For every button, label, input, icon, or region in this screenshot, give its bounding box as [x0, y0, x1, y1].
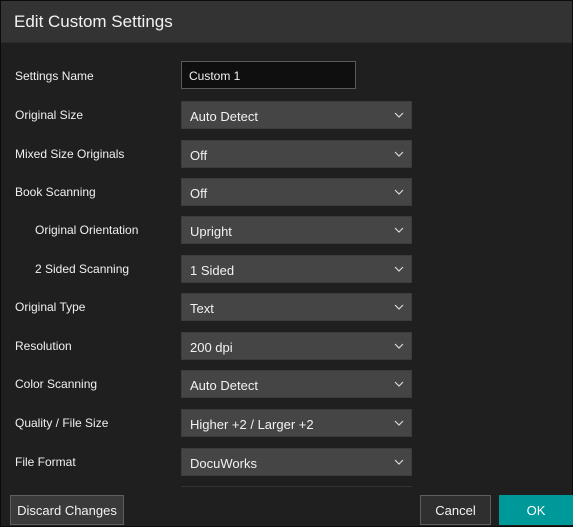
original-type-label: Original Type	[15, 300, 86, 314]
original-orientation-label: Original Orientation	[35, 223, 139, 237]
quality-file-size-value: Higher +2 / Larger +2	[190, 417, 314, 432]
chevron-down-icon	[394, 420, 404, 426]
book-scanning-select[interactable]: Off	[181, 178, 412, 206]
resolution-label: Resolution	[15, 339, 72, 353]
resolution-select[interactable]: 200 dpi	[181, 332, 412, 360]
resolution-value: 200 dpi	[190, 340, 233, 355]
cancel-label: Cancel	[435, 503, 476, 518]
discard-changes-button[interactable]: Discard Changes	[10, 495, 124, 525]
book-scanning-value: Off	[190, 186, 208, 201]
dialog-title: Edit Custom Settings	[14, 12, 173, 31]
mixed-size-label: Mixed Size Originals	[15, 147, 125, 161]
settings-name-label: Settings Name	[15, 69, 94, 83]
color-scanning-row: Color Scanning Auto Detect	[1, 370, 431, 398]
chevron-down-icon	[394, 459, 404, 465]
ok-label: OK	[526, 503, 546, 518]
file-format-value: DocuWorks	[190, 456, 257, 471]
two-sided-scanning-select[interactable]: 1 Sided	[181, 255, 412, 283]
color-scanning-select[interactable]: Auto Detect	[181, 370, 412, 398]
original-size-label: Original Size	[15, 108, 84, 122]
file-format-label: File Format	[15, 455, 76, 469]
file-format-row: File Format DocuWorks	[1, 448, 431, 476]
original-type-value: Text	[190, 301, 214, 316]
two-sided-scanning-label: 2 Sided Scanning	[35, 262, 130, 276]
cancel-button[interactable]: Cancel	[420, 495, 491, 525]
quality-file-size-select[interactable]: Higher +2 / Larger +2	[181, 409, 412, 437]
chevron-down-icon	[394, 189, 404, 195]
list-scroll-divider	[181, 486, 412, 487]
original-orientation-value: Upright	[190, 224, 232, 239]
file-format-select[interactable]: DocuWorks	[181, 448, 412, 476]
dialog-titlebar: Edit Custom Settings	[1, 1, 572, 43]
mixed-size-row: Mixed Size Originals Off	[1, 140, 431, 168]
original-size-row: Original Size Auto Detect	[1, 101, 431, 129]
original-size-select[interactable]: Auto Detect	[181, 101, 412, 129]
two-sided-scanning-value: 1 Sided	[190, 263, 235, 278]
settings-name-row: Settings Name Custom 1	[1, 61, 431, 90]
chevron-down-icon	[394, 112, 404, 118]
book-scanning-row: Book Scanning Off	[1, 178, 431, 206]
original-type-select[interactable]: Text	[181, 293, 412, 321]
chevron-down-icon	[394, 381, 404, 387]
chevron-down-icon	[394, 304, 404, 310]
chevron-down-icon	[394, 266, 404, 272]
original-size-value: Auto Detect	[190, 109, 258, 124]
chevron-down-icon	[394, 151, 404, 157]
color-scanning-label: Color Scanning	[15, 377, 98, 391]
original-orientation-row: Original Orientation Upright	[1, 216, 431, 244]
chevron-down-icon	[394, 227, 404, 233]
resolution-row: Resolution 200 dpi	[1, 332, 431, 360]
discard-changes-label: Discard Changes	[17, 503, 117, 518]
chevron-down-icon	[394, 343, 404, 349]
color-scanning-value: Auto Detect	[190, 378, 258, 393]
original-type-row: Original Type Text	[1, 293, 431, 321]
mixed-size-select[interactable]: Off	[181, 140, 412, 168]
quality-file-size-label: Quality / File Size	[15, 416, 109, 430]
book-scanning-label: Book Scanning	[15, 185, 96, 199]
quality-file-size-row: Quality / File Size Higher +2 / Larger +…	[1, 409, 431, 437]
ok-button[interactable]: OK	[499, 495, 573, 525]
two-sided-scanning-row: 2 Sided Scanning 1 Sided	[1, 255, 431, 283]
settings-name-input[interactable]: Custom 1	[181, 61, 356, 89]
original-orientation-select[interactable]: Upright	[181, 216, 412, 244]
edit-custom-settings-dialog: Edit Custom Settings Settings Name Custo…	[0, 0, 573, 527]
mixed-size-value: Off	[190, 148, 208, 163]
